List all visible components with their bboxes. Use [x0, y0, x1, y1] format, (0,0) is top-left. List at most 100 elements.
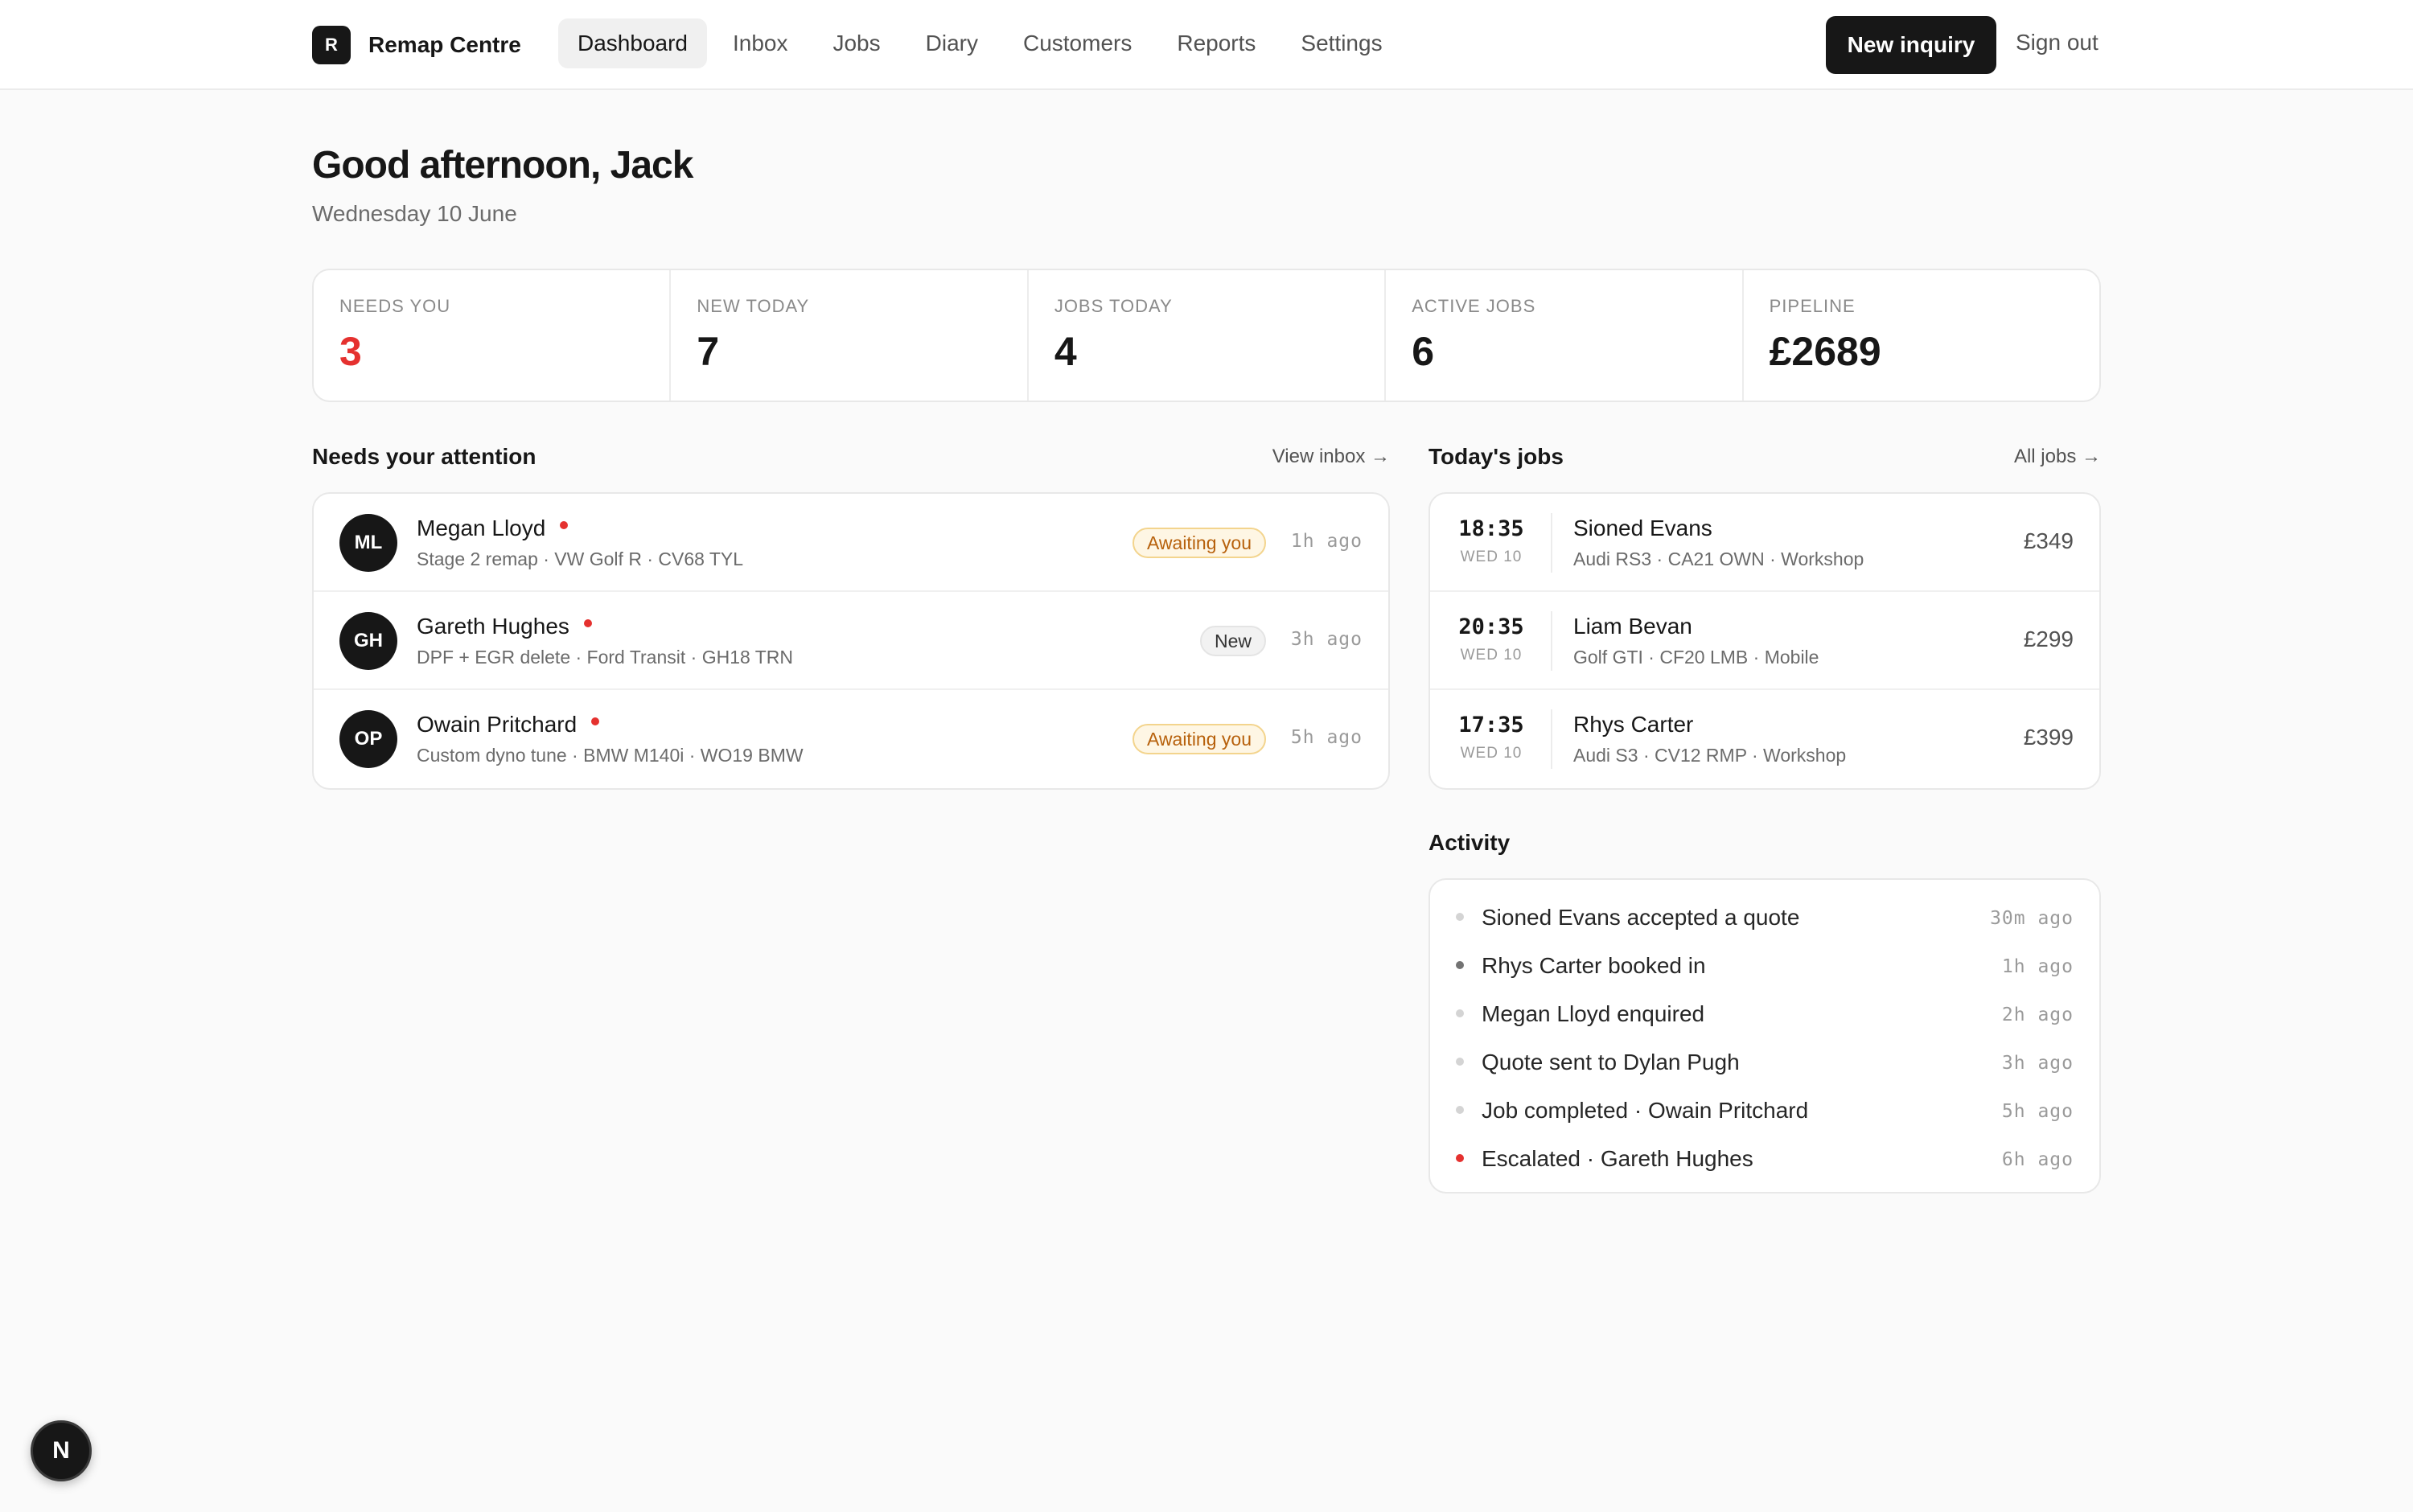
customer-name-text: Megan Lloyd [417, 516, 546, 540]
view-inbox-link[interactable]: View inbox → [1272, 446, 1390, 468]
inquiry-summary: Custom dyno tune · BMW M140i · WO19 BMW [417, 745, 804, 766]
customer-name: Gareth Hughes [417, 614, 592, 639]
nav-diary[interactable]: Diary [906, 18, 997, 68]
job-customer: Sioned Evans [1573, 516, 1712, 540]
activity-dot-icon [1456, 1106, 1464, 1114]
time-ago: 3h ago [1290, 629, 1363, 650]
activity-item: Megan Lloyd enquired 2h ago [1430, 988, 2099, 1036]
activity-item: Job completed · Owain Pritchard 5h ago [1430, 1084, 2099, 1132]
activity-text: Job completed · Owain Pritchard [1482, 1098, 1809, 1123]
job-price: £299 [2023, 627, 2074, 651]
attention-item[interactable]: GH Gareth Hughes DPF + EGR delete · Ford… [314, 592, 1388, 690]
activity-item: Quote sent to Dylan Pugh 3h ago [1430, 1036, 2099, 1084]
unread-dot-icon [591, 717, 600, 725]
job-item[interactable]: 18:35 WED 10 Sioned Evans Audi RS3 · CA2… [1430, 494, 2099, 592]
activity-dot-icon [1456, 1009, 1464, 1017]
time-ago: 1h ago [1290, 531, 1363, 552]
avatar: ML [339, 514, 397, 572]
job-details: Golf GTI · CF20 LMB · Mobile [1573, 647, 1819, 668]
nav-dashboard[interactable]: Dashboard [558, 18, 707, 68]
activity-item: Sioned Evans accepted a quote 30m ago [1430, 891, 2099, 939]
job-day: WED 10 [1460, 549, 1523, 565]
nav-customers[interactable]: Customers [1004, 18, 1151, 68]
time-ago: 1h ago [2001, 956, 2074, 977]
avatar: OP [339, 710, 397, 768]
job-day: WED 10 [1460, 647, 1523, 664]
unread-dot-icon [560, 520, 569, 529]
customer-name-text: Owain Pritchard [417, 712, 578, 737]
attention-title: Needs your attention [312, 444, 536, 469]
activity-text: Quote sent to Dylan Pugh [1482, 1050, 1740, 1074]
time-ago: 2h ago [2001, 1005, 2074, 1025]
customer-name: Owain Pritchard [417, 712, 600, 738]
activity-item: Escalated · Gareth Hughes 6h ago [1430, 1132, 2099, 1181]
inquiry-summary: Stage 2 remap · VW Golf R · CV68 TYL [417, 549, 744, 569]
time-ago: 30m ago [1990, 908, 2074, 929]
todays-jobs-title: Today's jobs [1428, 444, 1564, 469]
job-day: WED 10 [1460, 745, 1523, 762]
activity-text: Sioned Evans accepted a quote [1482, 905, 1800, 930]
activity-title: Activity [1428, 830, 1511, 855]
stat-jobs-today: JOBS TODAY 4 [1029, 270, 1387, 401]
time-ago: 5h ago [1290, 727, 1363, 748]
divider [1551, 513, 1552, 573]
all-jobs-link[interactable]: All jobs → [2014, 446, 2101, 468]
stat-label: PIPELINE [1769, 296, 1856, 316]
activity-text: Rhys Carter booked in [1482, 953, 1706, 978]
stat-label: ACTIVE JOBS [1412, 296, 1536, 316]
job-details: Audi S3 · CV12 RMP · Workshop [1573, 745, 1847, 766]
dev-tools-button[interactable]: N [31, 1420, 92, 1481]
time-ago: 5h ago [2001, 1101, 2074, 1122]
brand[interactable]: R Remap Centre [312, 26, 521, 64]
activity-dot-icon [1456, 1154, 1464, 1162]
unread-dot-icon [583, 618, 592, 627]
todays-jobs-list: 18:35 WED 10 Sioned Evans Audi RS3 · CA2… [1428, 492, 2101, 790]
stat-label: NEEDS YOU [339, 296, 451, 316]
job-customer: Rhys Carter [1573, 712, 1694, 737]
avatar: GH [339, 612, 397, 670]
stat-label: NEW TODAY [697, 296, 810, 316]
customer-name-text: Gareth Hughes [417, 614, 569, 639]
job-item[interactable]: 17:35 WED 10 Rhys Carter Audi S3 · CV12 … [1430, 690, 2099, 788]
activity-text: Megan Lloyd enquired [1482, 1001, 1705, 1026]
nav-reports[interactable]: Reports [1157, 18, 1275, 68]
current-date: Wednesday 10 June [312, 201, 517, 226]
status-badge: New [1199, 626, 1266, 656]
activity-dot-icon [1456, 1058, 1464, 1066]
job-time: 17:35 [1458, 713, 1524, 738]
status-badge: Awaiting you [1133, 724, 1266, 754]
brand-logo: R [312, 26, 351, 64]
status-badge: Awaiting you [1133, 528, 1266, 558]
activity-text: Escalated · Gareth Hughes [1482, 1146, 1753, 1171]
stat-value: 7 [697, 329, 720, 374]
new-inquiry-button[interactable]: New inquiry [1826, 16, 1996, 74]
divider [1551, 611, 1552, 671]
nav-inbox[interactable]: Inbox [713, 18, 808, 68]
job-price: £399 [2023, 725, 2074, 750]
attention-item[interactable]: ML Megan Lloyd Stage 2 remap · VW Golf R… [314, 494, 1388, 592]
stat-value: 4 [1054, 329, 1077, 374]
job-price: £349 [2023, 528, 2074, 553]
main-nav: Dashboard Inbox Jobs Diary Customers Rep… [558, 18, 1408, 68]
activity-dot-icon [1456, 913, 1464, 921]
nav-jobs[interactable]: Jobs [813, 18, 899, 68]
time-ago: 6h ago [2001, 1149, 2074, 1170]
attention-item[interactable]: OP Owain Pritchard Custom dyno tune · BM… [314, 690, 1388, 788]
activity-item: Rhys Carter booked in 1h ago [1430, 939, 2099, 988]
brand-name: Remap Centre [368, 32, 521, 57]
job-item[interactable]: 20:35 WED 10 Liam Bevan Golf GTI · CF20 … [1430, 592, 2099, 690]
stat-active-jobs: ACTIVE JOBS 6 [1386, 270, 1744, 401]
stat-label: JOBS TODAY [1054, 296, 1173, 316]
nav-settings[interactable]: Settings [1281, 18, 1401, 68]
time-ago: 3h ago [2001, 1053, 2074, 1074]
activity-feed: Sioned Evans accepted a quote 30m ago Rh… [1428, 878, 2101, 1194]
job-time: 20:35 [1458, 614, 1524, 639]
sign-out-link[interactable]: Sign out [2016, 30, 2099, 55]
job-details: Audi RS3 · CA21 OWN · Workshop [1573, 549, 1864, 569]
stat-value: £2689 [1769, 329, 1881, 374]
stat-value: 3 [339, 329, 362, 374]
stat-needs-you: NEEDS YOU 3 [314, 270, 672, 401]
stat-new-today: NEW TODAY 7 [671, 270, 1029, 401]
job-customer: Liam Bevan [1573, 614, 1692, 639]
inquiry-summary: DPF + EGR delete · Ford Transit · GH18 T… [417, 647, 794, 668]
